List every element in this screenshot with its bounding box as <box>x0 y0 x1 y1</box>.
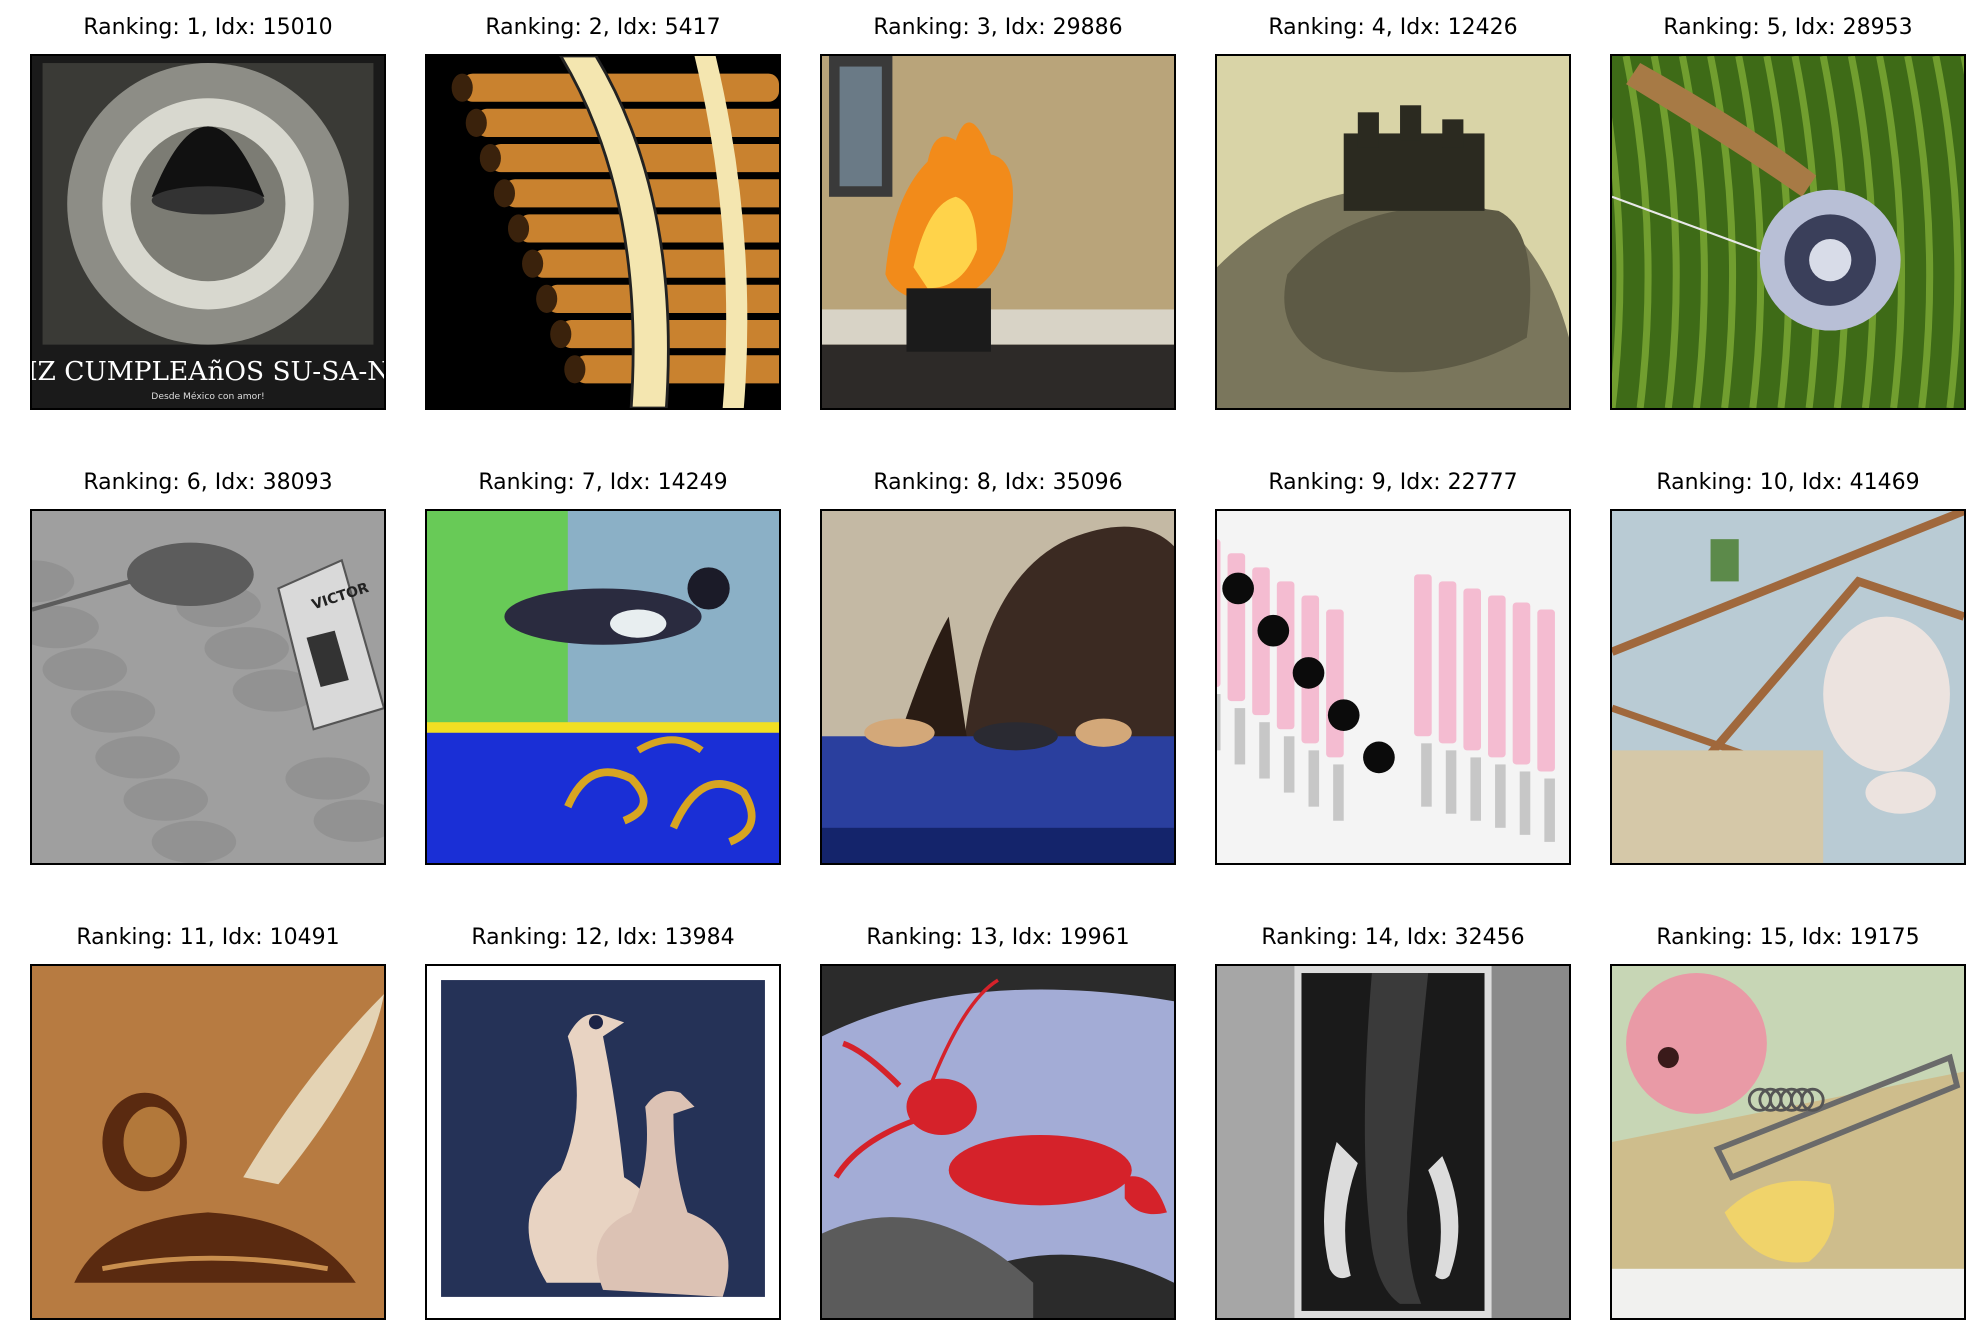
ostrich-polaroid-thumbnail <box>425 964 781 1320</box>
ranking-title: Ranking: 6, Idx: 38093 <box>83 470 333 495</box>
pink-beaded-pins-thumbnail <box>1215 509 1571 865</box>
mice-on-blue-ledge-thumbnail <box>820 509 1176 865</box>
castle-on-hill-thumbnail <box>1215 54 1571 410</box>
ranking-title: Ranking: 7, Idx: 14249 <box>478 470 728 495</box>
mouse-and-trap-thumbnail: VICTOR <box>30 509 386 865</box>
ranking-title: Ranking: 4, Idx: 12426 <box>1268 15 1518 40</box>
baby-in-trap-image <box>1612 511 1964 863</box>
castle-on-hill-image <box>1217 56 1569 408</box>
lobster-embroidery-image <box>822 966 1174 1318</box>
ranking-title: Ranking: 3, Idx: 29886 <box>873 15 1123 40</box>
ranking-image-grid: Ranking: 1, Idx: 15010 FELIZ CUMPLEAñOS S… <box>0 0 1980 1343</box>
baby-in-trap-thumbnail <box>1610 509 1966 865</box>
ranking-title: Ranking: 8, Idx: 35096 <box>873 470 1123 495</box>
ranking-title: Ranking: 13, Idx: 19961 <box>866 925 1130 950</box>
magpie-painting-image <box>427 511 779 863</box>
mouse-trap-with-cheese-image <box>1612 966 1964 1318</box>
inkwell-and-quill-thumbnail <box>30 964 386 1320</box>
elephant-tusks-image <box>1217 966 1569 1318</box>
ranking-title: Ranking: 5, Idx: 28953 <box>1663 15 1913 40</box>
pink-beaded-pins-image <box>1217 511 1569 863</box>
card-caption-text: FELIZ CUMPLEAñOS SU-SA-NI-TA <box>32 356 384 387</box>
sombrero-birthday-card-image: FELIZ CUMPLEAñOS SU-SA-NI-TA Desde México… <box>32 56 384 408</box>
mouse-trap-with-cheese-thumbnail <box>1610 964 1966 1320</box>
ranking-title: Ranking: 15, Idx: 19175 <box>1656 925 1920 950</box>
ranking-title: Ranking: 2, Idx: 5417 <box>485 15 721 40</box>
ranking-title: Ranking: 11, Idx: 10491 <box>76 925 340 950</box>
ranking-title: Ranking: 9, Idx: 22777 <box>1268 470 1518 495</box>
fishing-reel-on-grass-image <box>1612 56 1964 408</box>
ranking-title: Ranking: 10, Idx: 41469 <box>1656 470 1920 495</box>
fishing-reel-on-grass-thumbnail <box>1610 54 1966 410</box>
elephant-tusks-thumbnail <box>1215 964 1571 1320</box>
ranking-title: Ranking: 1, Idx: 15010 <box>83 15 333 40</box>
magpie-painting-thumbnail <box>425 509 781 865</box>
card-caption-subtext: Desde México con amor! <box>151 391 264 402</box>
mouse-and-trap-image: VICTOR <box>32 511 384 863</box>
ranking-title: Ranking: 12, Idx: 13984 <box>471 925 735 950</box>
lobster-embroidery-thumbnail <box>820 964 1176 1320</box>
torch-flame-thumbnail <box>820 54 1176 410</box>
ostrich-polaroid-image <box>427 966 779 1318</box>
pan-flute-image <box>427 56 779 408</box>
inkwell-and-quill-image <box>32 966 384 1318</box>
pan-flute-thumbnail <box>425 54 781 410</box>
ranking-title: Ranking: 14, Idx: 32456 <box>1261 925 1525 950</box>
torch-flame-image <box>822 56 1174 408</box>
mice-on-blue-ledge-image <box>822 511 1174 863</box>
sombrero-birthday-card-thumbnail: FELIZ CUMPLEAñOS SU-SA-NI-TA Desde México… <box>30 54 386 410</box>
